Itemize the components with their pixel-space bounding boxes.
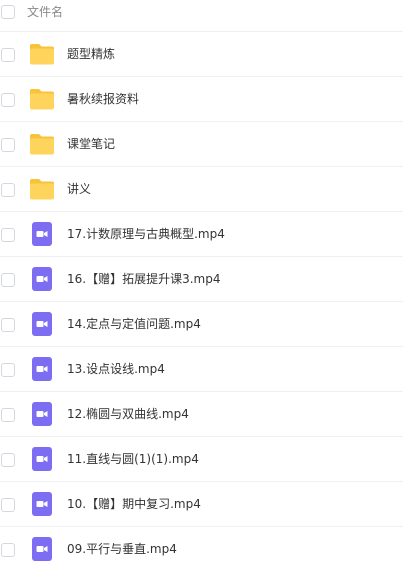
video-file-icon — [29, 401, 55, 427]
select-all-checkbox[interactable] — [1, 5, 15, 19]
file-name-link[interactable]: 17.计数原理与古典概型.mp4 — [67, 225, 225, 243]
row-checkbox[interactable] — [1, 318, 15, 332]
row-checkbox[interactable] — [1, 498, 15, 512]
file-row[interactable]: 16.【赠】拓展提升课3.mp4 — [0, 256, 403, 301]
folder-icon — [29, 131, 55, 157]
folder-icon — [29, 86, 55, 112]
file-row[interactable]: 14.定点与定值问题.mp4 — [0, 301, 403, 346]
row-checkbox[interactable] — [1, 453, 15, 467]
file-row[interactable]: 12.椭圆与双曲线.mp4 — [0, 391, 403, 436]
file-name-link[interactable]: 题型精炼 — [67, 45, 115, 63]
file-name-link[interactable]: 13.设点设线.mp4 — [67, 360, 165, 378]
video-file-icon — [29, 536, 55, 562]
video-file-icon — [29, 446, 55, 472]
file-name-link[interactable]: 12.椭圆与双曲线.mp4 — [67, 405, 189, 423]
row-checkbox[interactable] — [1, 273, 15, 287]
folder-row[interactable]: 课堂笔记 — [0, 121, 403, 166]
file-name-link[interactable]: 16.【赠】拓展提升课3.mp4 — [67, 270, 220, 288]
folder-row[interactable]: 暑秋续报资料 — [0, 76, 403, 121]
file-row[interactable]: 17.计数原理与古典概型.mp4 — [0, 211, 403, 256]
file-name-link[interactable]: 10.【赠】期中复习.mp4 — [67, 495, 201, 513]
row-checkbox[interactable] — [1, 138, 15, 152]
row-checkbox[interactable] — [1, 363, 15, 377]
file-list: 文件名 题型精炼暑秋续报资料 课堂笔记讲义 17.计数原理与古典概型.mp4 16.【… — [0, 0, 403, 564]
row-checkbox[interactable] — [1, 48, 15, 62]
video-file-icon — [29, 311, 55, 337]
file-list-header: 文件名 — [0, 0, 403, 30]
video-file-icon — [29, 356, 55, 382]
file-row[interactable]: 11.直线与圆(1)(1).mp4 — [0, 436, 403, 481]
folder-row[interactable]: 题型精炼 — [0, 31, 403, 76]
row-checkbox[interactable] — [1, 183, 15, 197]
file-name-link[interactable]: 课堂笔记 — [67, 135, 115, 153]
video-file-icon — [29, 491, 55, 517]
file-name-link[interactable]: 讲义 — [67, 180, 91, 198]
folder-row[interactable]: 讲义 — [0, 166, 403, 211]
row-checkbox[interactable] — [1, 93, 15, 107]
row-checkbox[interactable] — [1, 408, 15, 422]
file-name-link[interactable]: 暑秋续报资料 — [67, 90, 139, 108]
folder-icon — [29, 41, 55, 67]
video-file-icon — [29, 221, 55, 247]
column-header-filename[interactable]: 文件名 — [27, 4, 63, 20]
file-name-link[interactable]: 09.平行与垂直.mp4 — [67, 540, 177, 558]
file-row[interactable]: 10.【赠】期中复习.mp4 — [0, 481, 403, 526]
row-checkbox[interactable] — [1, 228, 15, 242]
row-checkbox[interactable] — [1, 543, 15, 557]
folder-icon — [29, 176, 55, 202]
file-row[interactable]: 13.设点设线.mp4 — [0, 346, 403, 391]
file-name-link[interactable]: 14.定点与定值问题.mp4 — [67, 315, 201, 333]
file-name-link[interactable]: 11.直线与圆(1)(1).mp4 — [67, 450, 199, 468]
video-file-icon — [29, 266, 55, 292]
file-row[interactable]: 09.平行与垂直.mp4 — [0, 526, 403, 564]
